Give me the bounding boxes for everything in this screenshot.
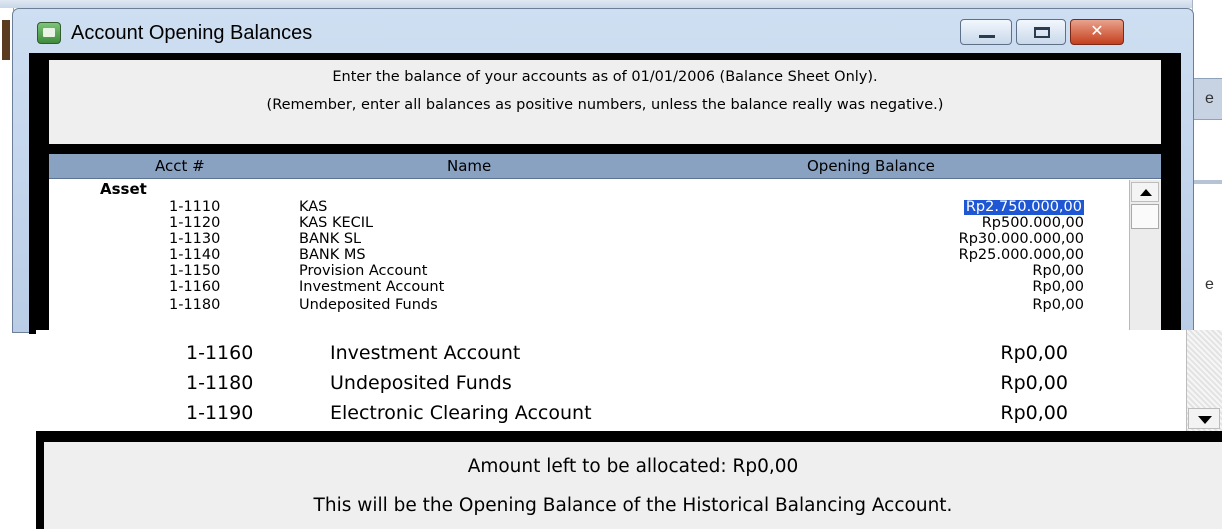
instructions-panel: Enter the balance of your accounts as of… [49, 60, 1161, 144]
acct-number: 1-1150 [169, 263, 221, 279]
acct-number: 1-1190 [186, 402, 254, 424]
zoomed-scrollbar[interactable] [1186, 330, 1222, 431]
background-app-stripe [2, 20, 10, 60]
scroll-down-arrow-icon[interactable] [1188, 408, 1220, 429]
table-row[interactable]: 1-1190 Electronic Clearing Account Rp0,0… [36, 401, 1186, 425]
acct-number: 1-1120 [169, 215, 221, 231]
background-app-text: e [1205, 90, 1214, 107]
opening-balance-cell[interactable]: Rp0,00 [1000, 401, 1068, 425]
instructions-line-2: (Remember, enter all balances as positiv… [266, 97, 944, 113]
table-row[interactable]: 1-1180 Undeposited Funds Rp0,00 [49, 298, 1129, 313]
scrollbar-thumb[interactable] [1131, 204, 1159, 229]
background-app-text: e [1205, 276, 1214, 293]
scroll-up-arrow-icon[interactable] [1131, 182, 1159, 202]
zoomed-detail-panel: 1-1160 Investment Account Rp0,00 1-1180 … [36, 330, 1222, 529]
grid-scrollbar[interactable] [1129, 180, 1161, 334]
account-name: BANK SL [299, 231, 362, 247]
grid-header: Acct # Name Opening Balance [49, 154, 1161, 179]
account-name: KAS [299, 199, 328, 215]
acct-number: 1-1110 [169, 199, 221, 215]
close-button[interactable]: ✕ [1070, 19, 1124, 45]
acct-number: 1-1140 [169, 247, 221, 263]
app-icon [37, 22, 61, 44]
column-header-opening-balance[interactable]: Opening Balance [807, 157, 935, 175]
opening-balance-cell[interactable]: Rp0,00 [1000, 371, 1068, 395]
account-name: KAS KECIL [299, 215, 374, 231]
opening-balance-cell[interactable]: Rp500.000,00 [982, 216, 1084, 231]
table-row[interactable]: 1-1130 BANK SL Rp30.000.000,00 [49, 232, 1129, 247]
title-bar[interactable]: Account Opening Balances ✕ [13, 9, 1193, 53]
opening-balance-cell[interactable]: Rp0,00 [1032, 280, 1084, 295]
table-row[interactable]: 1-1180 Undeposited Funds Rp0,00 [36, 371, 1186, 395]
screenshot: e e Account Opening Balances ✕ Enter the… [0, 0, 1222, 529]
table-row[interactable]: 1-1160 Investment Account Rp0,00 [49, 280, 1129, 295]
opening-balance-cell[interactable]: Rp30.000.000,00 [959, 232, 1084, 247]
acct-number: 1-1130 [169, 231, 221, 247]
zoomed-grid-rows: 1-1160 Investment Account Rp0,00 1-1180 … [36, 330, 1186, 431]
opening-balance-input[interactable]: Rp2.750.000,00 [963, 200, 1084, 215]
account-name: Investment Account [299, 279, 445, 295]
background-app-right-edge: e e [1192, 0, 1222, 330]
background-app-divider [1193, 180, 1222, 184]
balances-grid: Acct # Name Opening Balance Asset 1-1110… [49, 154, 1161, 334]
column-header-name[interactable]: Name [447, 157, 491, 175]
acct-number: 1-1160 [169, 279, 221, 295]
grid-rows: Asset 1-1110 KAS Rp2.750.000,00 1-1120 K… [49, 180, 1129, 334]
account-name: Provision Account [299, 263, 428, 279]
group-row-asset: Asset [49, 182, 1129, 197]
maximize-icon [1034, 27, 1050, 38]
minimize-button[interactable] [960, 19, 1012, 45]
group-label: Asset [100, 180, 147, 198]
allocation-summary-panel: Amount left to be allocated: Rp0,00 This… [44, 442, 1222, 529]
minimize-icon [979, 35, 995, 38]
account-name: Undeposited Funds [330, 372, 512, 394]
amount-left-text: Amount left to be allocated: Rp0,00 [467, 456, 799, 477]
account-name: Investment Account [330, 342, 521, 364]
maximize-button[interactable] [1016, 19, 1066, 45]
table-row[interactable]: 1-1150 Provision Account Rp0,00 [49, 264, 1129, 279]
table-row[interactable]: 1-1160 Investment Account Rp0,00 [36, 341, 1186, 365]
table-row[interactable]: 1-1110 KAS Rp2.750.000,00 [49, 200, 1129, 215]
close-icon: ✕ [1090, 21, 1104, 40]
opening-balance-cell[interactable]: Rp0,00 [1000, 341, 1068, 365]
opening-balance-cell[interactable]: Rp0,00 [1032, 298, 1084, 313]
account-name: Undeposited Funds [299, 297, 438, 313]
table-row[interactable]: 1-1120 KAS KECIL Rp500.000,00 [49, 216, 1129, 231]
opening-balance-cell[interactable]: Rp0,00 [1032, 264, 1084, 279]
opening-balance-cell[interactable]: Rp25.000.000,00 [959, 248, 1084, 263]
background-app-top-edge [0, 0, 1222, 8]
column-header-acct[interactable]: Acct # [155, 157, 205, 175]
account-name: BANK MS [299, 247, 366, 263]
window-title: Account Opening Balances [71, 22, 313, 44]
account-opening-balances-window: Account Opening Balances ✕ Enter the bal… [12, 8, 1194, 334]
historical-balancing-note: This will be the Opening Balance of the … [313, 495, 953, 516]
acct-number: 1-1180 [186, 372, 254, 394]
account-name: Electronic Clearing Account [330, 402, 592, 424]
instructions-line-1: Enter the balance of your accounts as of… [332, 69, 878, 85]
acct-number: 1-1160 [186, 342, 254, 364]
acct-number: 1-1180 [169, 297, 221, 313]
dialog-body: Enter the balance of your accounts as of… [29, 53, 1181, 334]
table-row[interactable]: 1-1140 BANK MS Rp25.000.000,00 [49, 248, 1129, 263]
